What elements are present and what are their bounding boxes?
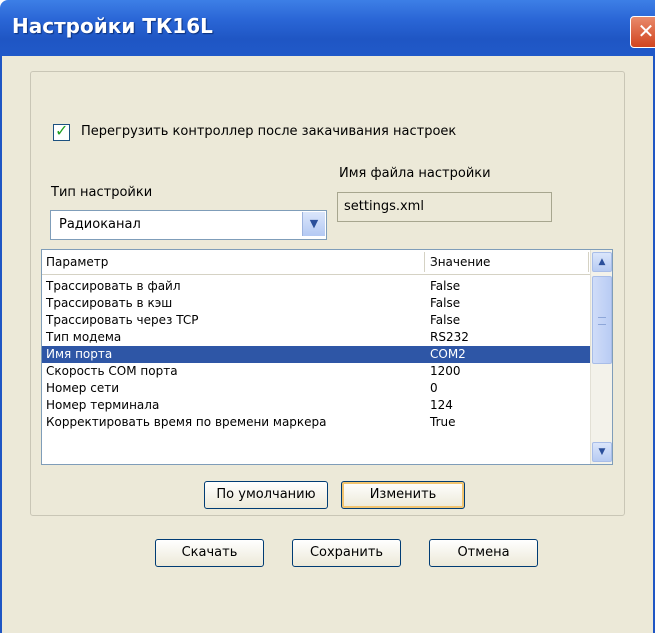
- download-button[interactable]: Скачать: [155, 539, 264, 567]
- close-icon: ✕: [637, 19, 655, 43]
- param-cell: Номер сети: [46, 381, 120, 395]
- table-row[interactable]: Номер сети 0: [42, 380, 590, 397]
- arrow-down-icon[interactable]: ▼: [592, 442, 612, 462]
- check-icon: ✓: [55, 121, 69, 140]
- value-cell: False: [430, 279, 461, 293]
- value-cell: COM2: [430, 347, 466, 361]
- value-cell: 1200: [430, 364, 461, 378]
- settings-type-select[interactable]: Радиоканал ▼: [50, 210, 327, 240]
- column-divider[interactable]: [588, 252, 589, 272]
- filename-label: Имя файла настройки: [339, 166, 491, 181]
- cancel-button[interactable]: Отмена: [429, 539, 538, 567]
- value-cell: False: [430, 296, 461, 310]
- param-cell: Скорость COM порта: [46, 364, 178, 378]
- table-row[interactable]: Корректировать время по времени маркера …: [42, 414, 590, 431]
- param-cell: Трассировать в файл: [46, 279, 181, 293]
- arrow-up-icon[interactable]: ▲: [592, 252, 612, 272]
- value-cell: False: [430, 313, 461, 327]
- dialog-body: ✓ Перегрузить контроллер после закачиван…: [0, 56, 655, 633]
- settings-type-value: Радиоканал: [59, 217, 141, 232]
- title-bar[interactable]: Настройки ТК16L ✕: [0, 0, 655, 56]
- table-row[interactable]: Скорость COM порта 1200: [42, 363, 590, 380]
- value-cell: 124: [430, 398, 453, 412]
- value-cell: 0: [430, 381, 438, 395]
- vertical-scrollbar[interactable]: ▲ ▼: [590, 250, 612, 464]
- reboot-checkbox[interactable]: ✓: [53, 121, 70, 141]
- parameters-list[interactable]: Параметр Значение Трассировать в файл Fa…: [41, 249, 613, 465]
- grip-icon: [598, 317, 606, 325]
- window-title: Настройки ТК16L: [12, 14, 213, 38]
- column-header-parameter[interactable]: Параметр: [46, 255, 108, 269]
- table-row[interactable]: Номер терминала 124: [42, 397, 590, 414]
- param-cell: Номер терминала: [46, 398, 160, 412]
- table-row[interactable]: Трассировать в файл False: [42, 278, 590, 295]
- table-row[interactable]: Тип модема RS232: [42, 329, 590, 346]
- param-cell: Имя порта: [46, 347, 113, 361]
- param-cell: Трассировать в кэш: [46, 296, 173, 310]
- scrollbar-thumb[interactable]: [592, 276, 612, 364]
- table-row[interactable]: Трассировать в кэш False: [42, 295, 590, 312]
- settings-groupbox: ✓ Перегрузить контроллер после закачиван…: [30, 71, 625, 516]
- table-row-selected[interactable]: Имя порта COM2: [42, 346, 590, 363]
- param-cell: Трассировать через TCP: [46, 313, 199, 327]
- close-button[interactable]: ✕: [630, 16, 655, 48]
- param-cell: Тип модема: [46, 330, 122, 344]
- reboot-checkbox-label[interactable]: Перегрузить контроллер после закачивания…: [81, 124, 456, 139]
- value-cell: RS232: [430, 330, 469, 344]
- default-button[interactable]: По умолчанию: [204, 481, 328, 509]
- save-button[interactable]: Сохранить: [292, 539, 401, 567]
- column-divider[interactable]: [424, 252, 425, 272]
- column-header-value[interactable]: Значение: [430, 255, 490, 269]
- settings-type-label: Тип настройки: [51, 185, 153, 200]
- table-row[interactable]: Трассировать через TCP False: [42, 312, 590, 329]
- settings-dialog: Настройки ТК16L ✕ ✓ Перегрузить контролл…: [0, 0, 655, 633]
- filename-value: settings.xml: [344, 199, 424, 214]
- list-header: Параметр Значение: [42, 250, 590, 275]
- filename-field: settings.xml: [337, 192, 552, 222]
- change-button[interactable]: Изменить: [341, 481, 465, 509]
- value-cell: True: [430, 415, 456, 429]
- param-cell: Корректировать время по времени маркера: [46, 415, 327, 429]
- chevron-down-icon[interactable]: ▼: [302, 212, 325, 236]
